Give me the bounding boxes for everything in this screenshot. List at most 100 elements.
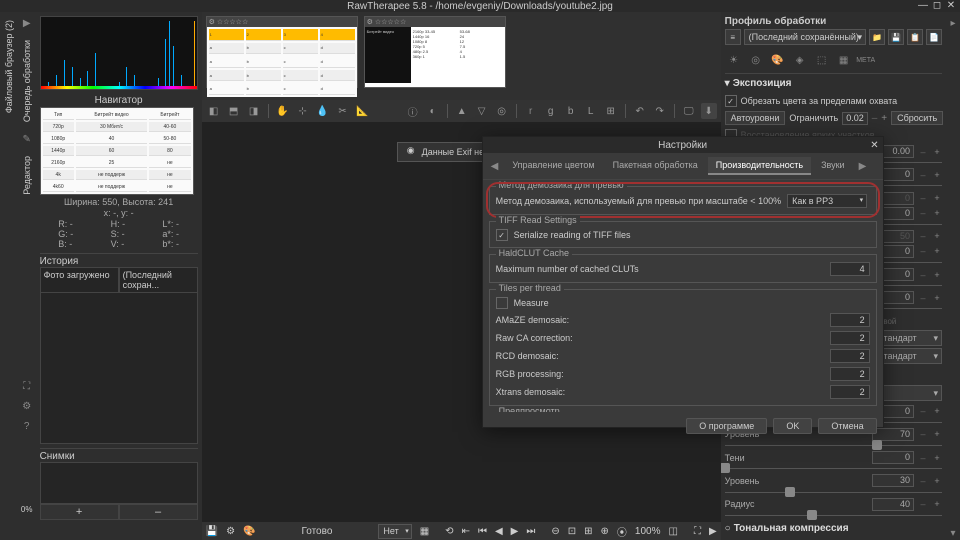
panel-right-icon[interactable]: ◨ — [246, 103, 262, 119]
nav-next2-icon[interactable]: ⏭ — [526, 526, 535, 537]
clip-checkbox[interactable]: ✓ — [725, 95, 737, 107]
gamut-icon[interactable]: ◎ — [494, 103, 510, 119]
wb-picker-icon[interactable]: 💧 — [315, 103, 331, 119]
nav-prev-icon[interactable]: ◀ — [495, 526, 503, 537]
nav-first-icon[interactable]: ⇤ — [462, 526, 470, 537]
tiff-serialize-checkbox[interactable]: ✓ — [496, 229, 508, 241]
editor-icon[interactable]: ✎ — [20, 132, 34, 146]
zoom-in-icon[interactable]: ⊕ — [601, 526, 609, 537]
clip-limit-input[interactable]: 0.02 — [842, 112, 868, 125]
nav-sync-icon[interactable]: ⟲ — [445, 526, 453, 537]
sh-level1-slider[interactable] — [725, 444, 942, 447]
filmstrip-thumb-1[interactable]: ⚙ ☆☆☆☆☆ 1234abcdabcdabcdabcd — [206, 16, 358, 88]
reset-button[interactable]: Сбросить — [891, 111, 943, 125]
rawca-input[interactable]: 2 — [830, 331, 870, 345]
sh-radius-input[interactable]: 40 — [872, 498, 914, 511]
nav-next-icon[interactable]: ▶ — [511, 526, 519, 537]
history-row[interactable]: Фото загружено (Последний сохран... — [40, 267, 198, 293]
help-icon[interactable]: ? — [20, 419, 34, 433]
exposure-tab-icon[interactable]: ☀ — [725, 51, 743, 69]
file-browser-tab[interactable]: Файловый браузер (2) — [4, 20, 14, 113]
background-dropdown[interactable]: Нет — [378, 524, 411, 539]
filmstrip-thumb-2[interactable]: ⚙ ☆☆☆☆☆ Битрейт видео 2160p 33-451440p 1… — [364, 16, 506, 88]
measure-checkbox[interactable] — [496, 297, 508, 309]
zoom-crop-icon[interactable]: ⊞ — [584, 526, 592, 537]
queue-icon[interactable]: ▶ — [20, 16, 34, 30]
cancel-button[interactable]: Отмена — [818, 418, 876, 434]
tab-color-management[interactable]: Управление цветом — [504, 157, 602, 175]
preview-r-icon[interactable]: r — [523, 103, 539, 119]
sh-level2-input[interactable]: 30 — [872, 474, 914, 487]
fullscreen-icon[interactable]: ⛶ — [20, 379, 34, 393]
close-icon[interactable]: ✕ — [946, 1, 956, 11]
auto-levels-button[interactable]: Автоуровни — [725, 111, 786, 125]
ok-button[interactable]: OK — [773, 418, 812, 434]
amaze-input[interactable]: 2 — [830, 313, 870, 327]
demosaic-method-select[interactable]: Как в PP3 — [787, 194, 867, 208]
bg-icon[interactable]: ▦ — [420, 526, 429, 537]
navigator-thumbnail[interactable]: ТипБитрейт видеоБитрейт720p30 Мбит/с40-6… — [40, 107, 194, 195]
about-button[interactable]: О программе — [686, 418, 767, 434]
exposure-section[interactable]: ▾ Экспозиция — [725, 76, 942, 91]
zoom-out-icon[interactable]: ⊖ — [551, 526, 559, 537]
external-editor-icon[interactable]: 🎨 — [243, 526, 255, 537]
batch-queue-tab[interactable]: Очередь обработки — [22, 40, 32, 122]
zoom-fit-icon[interactable]: ⊡ — [568, 526, 576, 537]
collapse-right-icon[interactable]: ▶ — [709, 526, 717, 537]
profile-copy-icon[interactable]: 📋 — [907, 29, 923, 45]
rotate-right-icon[interactable]: ↷ — [652, 103, 668, 119]
profile-paste-icon[interactable]: 📄 — [926, 29, 942, 45]
reset-icon[interactable]: – — [918, 147, 928, 157]
sh-level2-slider[interactable] — [725, 490, 942, 493]
minimize-icon[interactable]: — — [918, 1, 928, 11]
info-icon[interactable]: ⓘ — [405, 103, 421, 119]
save-current-icon[interactable]: 💾 — [206, 526, 218, 537]
sh-shadows-slider[interactable] — [725, 467, 942, 470]
save-icon[interactable]: ⬇ — [701, 103, 717, 119]
profile-mode-icon[interactable]: ≡ — [725, 29, 741, 45]
new-detail-icon[interactable]: ◫ — [669, 526, 678, 537]
rotate-left-icon[interactable]: ↶ — [632, 103, 648, 119]
raw-tab-icon[interactable]: ▦ — [835, 51, 853, 69]
zoom-100-icon[interactable]: ⦿ — [617, 524, 627, 539]
advanced-tab-icon[interactable]: ◈ — [791, 51, 809, 69]
snapshot-remove-button[interactable]: – — [119, 504, 198, 520]
fullscreen-toggle-icon[interactable]: ⛶ — [694, 526, 701, 537]
editor-tab[interactable]: Редактор — [22, 156, 32, 195]
tab-sounds[interactable]: Звуки — [813, 157, 852, 175]
before-after-icon[interactable]: ◐ — [425, 103, 441, 119]
metadata-tab-icon[interactable]: META — [857, 51, 875, 69]
monitor-profile-icon[interactable]: 🖵 — [681, 103, 697, 119]
straighten-icon[interactable]: 📐 — [355, 103, 371, 119]
tab-scroll-left-icon[interactable]: ◀ — [487, 161, 503, 172]
clip-highlight-icon[interactable]: ▽ — [474, 103, 490, 119]
profile-load-icon[interactable]: 📁 — [869, 29, 885, 45]
preview-g-icon[interactable]: g — [543, 103, 559, 119]
preferences-icon[interactable]: ⚙ — [20, 399, 34, 413]
tab-batch[interactable]: Пакетная обработка — [605, 157, 706, 175]
sh-radius-slider[interactable] — [725, 514, 942, 517]
tab-scroll-right-icon[interactable]: ▶ — [855, 161, 871, 172]
nav-prev2-icon[interactable]: ⏮ — [478, 526, 487, 537]
collapse-icon[interactable]: ▸ — [946, 16, 960, 30]
tab-performance[interactable]: Производительность — [708, 157, 811, 175]
sh-shadows-input[interactable]: 0 — [872, 451, 914, 464]
panel-left-icon[interactable]: ◧ — [206, 103, 222, 119]
color-tab-icon[interactable]: 🎨 — [769, 51, 787, 69]
picker-icon[interactable]: ⊹ — [295, 103, 311, 119]
snapshot-add-button[interactable]: + — [40, 504, 119, 520]
tone-compression-section[interactable]: ○ Тональная компрессия — [725, 521, 942, 536]
queue-add-icon[interactable]: ⚙ — [226, 526, 235, 537]
maximize-icon[interactable]: ◻ — [932, 1, 942, 11]
transform-tab-icon[interactable]: ⬚ — [813, 51, 831, 69]
profile-select[interactable]: (Последний сохранённый) — [744, 29, 866, 45]
histogram[interactable] — [40, 16, 198, 90]
rcd-input[interactable]: 2 — [830, 349, 870, 363]
xtrans-input[interactable]: 2 — [830, 385, 870, 399]
hand-icon[interactable]: ✋ — [275, 103, 291, 119]
clut-max-input[interactable]: 4 — [830, 262, 870, 276]
clip-shadow-icon[interactable]: ▲ — [454, 103, 470, 119]
focus-mask-icon[interactable]: ⊞ — [603, 103, 619, 119]
preview-b-icon[interactable]: b — [563, 103, 579, 119]
crop-icon[interactable]: ✂ — [335, 103, 351, 119]
